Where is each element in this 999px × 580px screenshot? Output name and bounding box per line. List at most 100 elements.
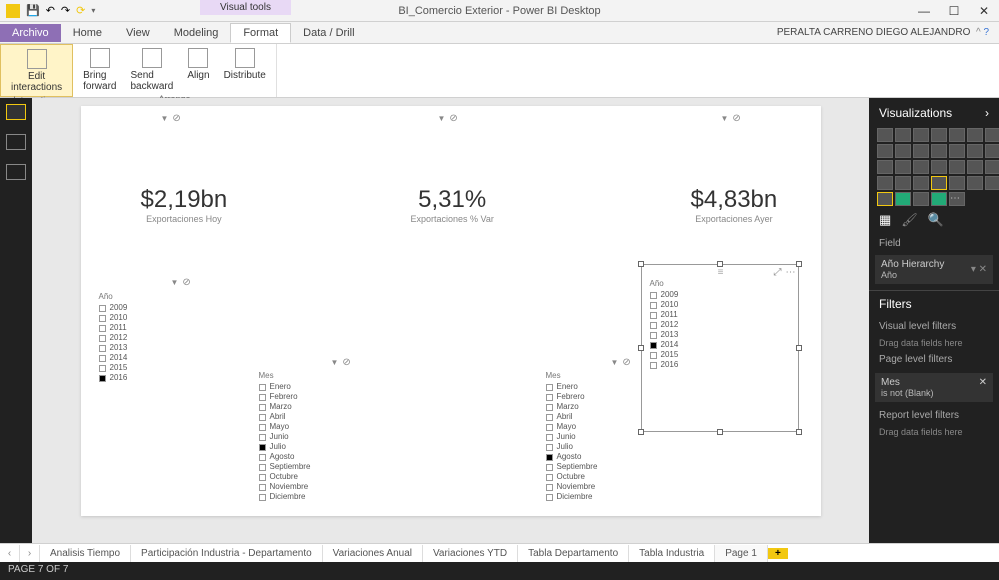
checkbox-icon[interactable] [259, 484, 266, 491]
drag-hint-visual[interactable]: Drag data fields here [869, 336, 999, 350]
slicer-row[interactable]: 2013 [99, 343, 128, 353]
slicer-row[interactable]: Agosto [546, 452, 598, 462]
viz-pie[interactable] [877, 160, 893, 174]
checkbox-icon[interactable] [99, 335, 106, 342]
checkbox-icon[interactable] [546, 444, 553, 451]
tab-archivo[interactable]: Archivo [0, 24, 61, 42]
checkbox-icon[interactable] [546, 394, 553, 401]
checkbox-icon[interactable] [546, 464, 553, 471]
slicer-row[interactable]: Enero [546, 382, 598, 392]
viz-map[interactable] [931, 160, 947, 174]
viz-matrix[interactable] [967, 176, 983, 190]
slicer-row[interactable]: Julio [259, 442, 311, 452]
save-icon[interactable]: 💾 [26, 4, 40, 17]
checkbox-icon[interactable] [99, 305, 106, 312]
drag-grip-icon[interactable]: ≡ [718, 267, 722, 278]
visual-controls-5[interactable] [331, 356, 351, 368]
close-button[interactable]: ✕ [969, 4, 999, 18]
slicer-row[interactable]: 2009 [99, 303, 128, 313]
slicer-row[interactable]: Abril [259, 412, 311, 422]
viz-line-stacked[interactable] [931, 144, 947, 158]
checkbox-icon[interactable] [259, 454, 266, 461]
slicer-row[interactable]: 2012 [650, 320, 679, 330]
slicer-row[interactable]: Mayo [259, 422, 311, 432]
slicer-row[interactable]: Febrero [259, 392, 311, 402]
kpi-exportaciones-hoy[interactable]: $2,19bn Exportaciones Hoy [141, 186, 228, 224]
fields-tab-icon[interactable]: ▦ [879, 212, 891, 228]
page-tab-1[interactable]: Participación Industria - Departamento [131, 545, 323, 562]
analytics-tab-icon[interactable]: 🔍 [928, 212, 944, 228]
checkbox-icon[interactable] [259, 404, 266, 411]
checkbox-icon[interactable] [99, 315, 106, 322]
checkbox-icon[interactable] [546, 454, 553, 461]
slicer-row[interactable]: Agosto [259, 452, 311, 462]
viz-clustered-bar[interactable] [913, 128, 929, 142]
bring-forward-button[interactable]: Bring forward [79, 46, 120, 94]
field-remove-icon[interactable]: ▾ ✕ [971, 264, 987, 275]
visual-controls-3[interactable] [721, 112, 741, 124]
tab-modeling[interactable]: Modeling [162, 24, 231, 42]
tab-format[interactable]: Format [230, 23, 291, 43]
page-tab-4[interactable]: Tabla Departamento [518, 545, 629, 562]
viz-treemap[interactable] [913, 160, 929, 174]
slicer-row[interactable]: 2016 [99, 373, 128, 383]
checkbox-icon[interactable] [650, 362, 657, 369]
model-view-button[interactable] [6, 164, 26, 180]
checkbox-icon[interactable] [546, 474, 553, 481]
page-tab-3[interactable]: Variaciones YTD [423, 545, 518, 562]
checkbox-icon[interactable] [99, 345, 106, 352]
send-backward-button[interactable]: Send backward [127, 46, 178, 94]
checkbox-icon[interactable] [99, 375, 106, 382]
viz-r-script[interactable] [913, 192, 929, 206]
viz-import[interactable]: ⋯ [949, 192, 965, 206]
checkbox-icon[interactable] [650, 352, 657, 359]
slicer-row[interactable]: 2016 [650, 360, 679, 370]
viz-stacked-col[interactable] [895, 128, 911, 142]
viz-card[interactable] [877, 176, 893, 190]
checkbox-icon[interactable] [259, 464, 266, 471]
visual-controls-4[interactable] [171, 276, 191, 288]
slicer-row[interactable]: Junio [259, 432, 311, 442]
slicer-row[interactable]: 2014 [650, 340, 679, 350]
slicer-row[interactable]: Octubre [546, 472, 598, 482]
viz-arcgis[interactable] [877, 192, 893, 206]
slicer-row[interactable]: 2010 [650, 300, 679, 310]
visual-controls-1[interactable] [161, 112, 181, 124]
slicer-row[interactable]: 2014 [99, 353, 128, 363]
viz-clustered-col[interactable] [931, 128, 947, 142]
checkbox-icon[interactable] [259, 424, 266, 431]
slicer-row[interactable]: Noviembre [259, 482, 311, 492]
viz-kpi[interactable] [913, 176, 929, 190]
checkbox-icon[interactable] [99, 355, 106, 362]
slicer-mes-1[interactable]: Mes EneroFebreroMarzoAbrilMayoJunioJulio… [259, 371, 311, 502]
page-tab-0[interactable]: Analisis Tiempo [40, 545, 131, 562]
slicer-row[interactable]: 2015 [650, 350, 679, 360]
drag-hint-report[interactable]: Drag data fields here [869, 425, 999, 439]
viz-stacked-bar[interactable] [877, 128, 893, 142]
slicer-row[interactable]: Noviembre [546, 482, 598, 492]
chevron-right-icon[interactable]: › [985, 106, 989, 120]
checkbox-icon[interactable] [650, 322, 657, 329]
tab-data-drill[interactable]: Data / Drill [291, 24, 366, 42]
slicer-row[interactable]: Septiembre [546, 462, 598, 472]
page-filter-mes[interactable]: Mes✕ is not (Blank) [875, 373, 993, 402]
minimize-button[interactable]: — [909, 4, 939, 18]
checkbox-icon[interactable] [546, 414, 553, 421]
checkbox-icon[interactable] [259, 474, 266, 481]
slicer-row[interactable]: 2010 [99, 313, 128, 323]
checkbox-icon[interactable] [259, 384, 266, 391]
slicer-row[interactable]: Marzo [259, 402, 311, 412]
slicer-row[interactable]: Diciembre [546, 492, 598, 502]
slicer-row[interactable]: Octubre [259, 472, 311, 482]
checkbox-icon[interactable] [259, 494, 266, 501]
checkbox-icon[interactable] [650, 292, 657, 299]
align-button[interactable]: Align [183, 46, 213, 94]
checkbox-icon[interactable] [259, 434, 266, 441]
visual-controls-2[interactable] [438, 112, 458, 124]
checkbox-icon[interactable] [650, 332, 657, 339]
checkbox-icon[interactable] [259, 444, 266, 451]
checkbox-icon[interactable] [650, 312, 657, 319]
slicer-row[interactable]: 2013 [650, 330, 679, 340]
viz-table[interactable] [949, 176, 965, 190]
viz-stacked-area[interactable] [895, 144, 911, 158]
